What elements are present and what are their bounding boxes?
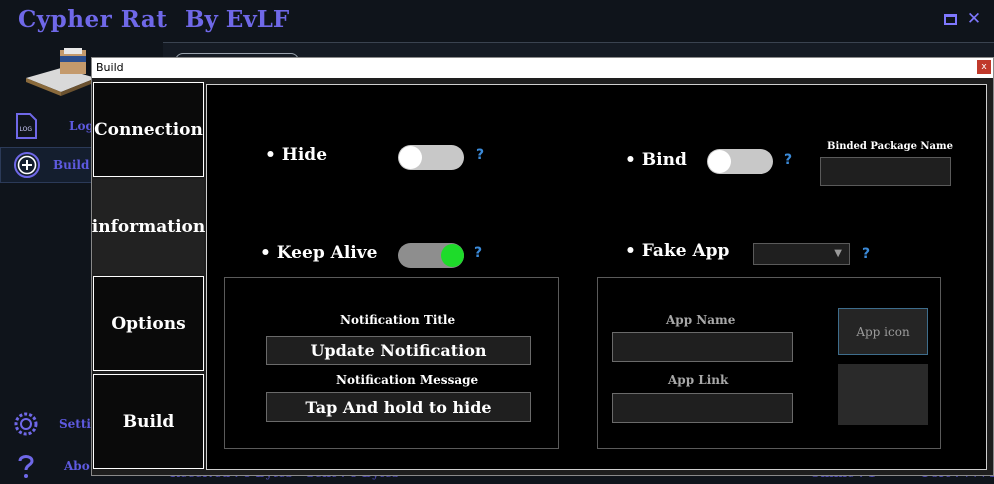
binded-package-input[interactable] xyxy=(820,157,951,186)
sidebar-item-settings[interactable]: Settin xyxy=(0,406,100,442)
notification-panel: Notification Title Update Notification N… xyxy=(224,277,559,449)
keep-alive-help-icon[interactable]: ? xyxy=(474,245,482,261)
window-controls: ✕ xyxy=(942,10,982,27)
information-panel: • Hide ? • Keep Alive ? • Bind ? Binded … xyxy=(206,84,987,470)
app-author: By EvLF xyxy=(185,6,290,33)
dialog-title: Build xyxy=(96,61,124,74)
app-icon-button[interactable]: App icon xyxy=(838,308,928,355)
fake-app-help-icon[interactable]: ? xyxy=(862,246,870,262)
gear-icon xyxy=(14,412,38,436)
sidebar-item-label: Abo xyxy=(64,459,90,473)
question-icon xyxy=(18,455,34,478)
nav-connection-button[interactable]: Connection xyxy=(93,82,204,177)
sidebar-item-about[interactable]: Abo xyxy=(0,448,93,484)
keep-alive-toggle[interactable] xyxy=(398,243,464,268)
notification-title-label: Notification Title xyxy=(340,313,456,327)
app-name-input[interactable] xyxy=(612,332,793,362)
hide-help-icon[interactable]: ? xyxy=(476,147,484,163)
keep-alive-label: • Keep Alive xyxy=(260,243,378,263)
bind-toggle[interactable] xyxy=(707,149,773,174)
notification-title-input[interactable]: Update Notification xyxy=(266,336,531,365)
dialog-close-button[interactable]: x xyxy=(977,60,991,74)
notification-message-input[interactable]: Tap And hold to hide xyxy=(266,392,531,422)
fake-app-label: • Fake App xyxy=(625,241,730,261)
svg-text:LOG: LOG xyxy=(20,126,33,133)
nav-options-button[interactable]: Options xyxy=(93,276,204,371)
dialog-titlebar[interactable]: Build x xyxy=(92,58,993,78)
log-file-icon: LOG xyxy=(16,113,37,139)
notification-message-label: Notification Message xyxy=(336,373,479,387)
app-name-label: App Name xyxy=(666,313,736,327)
build-dialog: Build x Connection information Options B… xyxy=(91,57,994,476)
bind-label: • Bind xyxy=(625,150,687,170)
app-link-label: App Link xyxy=(668,373,729,387)
logo-icon xyxy=(26,48,96,96)
chevron-down-icon: ▼ xyxy=(834,248,842,259)
maximize-icon[interactable] xyxy=(942,11,958,27)
sidebar-item-build[interactable]: Build A xyxy=(0,147,103,183)
fake-app-panel: App Name App Link App icon xyxy=(597,277,941,449)
bind-help-icon[interactable]: ? xyxy=(784,152,792,168)
binded-package-label: Binded Package Name xyxy=(827,141,953,152)
sidebar-item-log[interactable]: LOG Log xyxy=(0,108,94,144)
nav-build-button[interactable]: Build xyxy=(93,374,204,469)
hide-label: • Hide xyxy=(265,145,328,165)
close-icon[interactable]: ✕ xyxy=(966,10,982,27)
app-icon-preview xyxy=(838,364,928,425)
hide-toggle[interactable] xyxy=(398,145,464,170)
app-title: Cypher Rat xyxy=(18,6,168,33)
fake-app-select[interactable]: ▼ xyxy=(753,243,850,265)
app-link-input[interactable] xyxy=(612,393,793,423)
nav-information-button[interactable]: information xyxy=(92,179,205,274)
plus-circle-icon xyxy=(14,152,40,178)
